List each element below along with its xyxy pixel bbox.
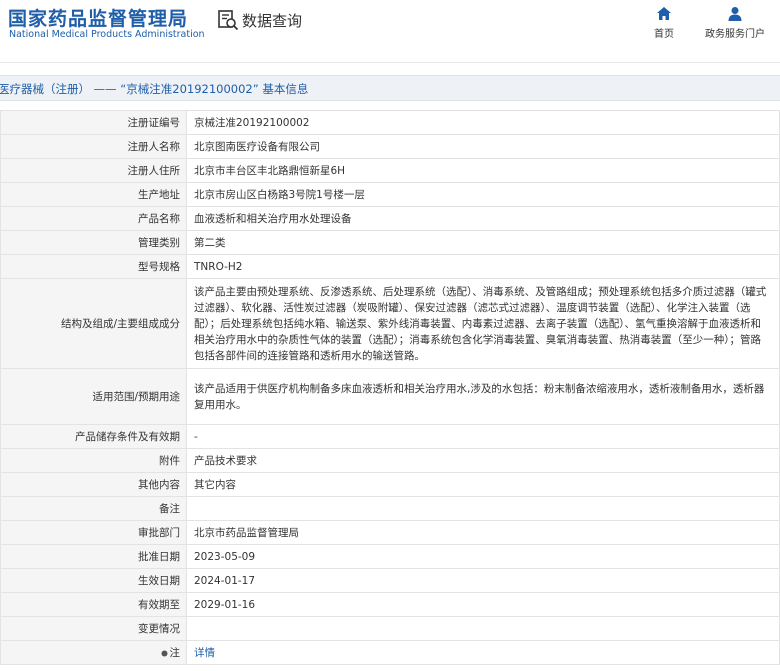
table-row: 结构及组成/主要组成成分 该产品主要由预处理系统、反渗透系统、后处理系统（选配）… (0, 278, 780, 369)
row-label: 产品名称 (0, 206, 187, 231)
table-row: 产品储存条件及有效期 - (0, 424, 780, 449)
row-value (186, 496, 780, 521)
table-row: 产品名称 血液透析和相关治疗用水处理设备 (0, 206, 780, 231)
row-label: 生效日期 (0, 568, 187, 593)
detail-table: 注册证编号 京械注准20192100002 注册人名称 北京图南医疗设备有限公司… (0, 110, 780, 665)
note-value-cell: 详情 (186, 640, 780, 665)
table-row: 管理类别 第二类 (0, 230, 780, 255)
note-label-cell: 注 (0, 640, 187, 665)
table-row-note: 注 详情 (0, 640, 780, 665)
row-label: 产品储存条件及有效期 (0, 424, 187, 449)
row-value: TNRO-H2 (186, 254, 780, 279)
breadcrumb-bar: 医疗器械（注册） —— “京械注准20192100002” 基本信息 (0, 75, 780, 101)
row-label: 生产地址 (0, 182, 187, 207)
nav-home-label: 首页 (654, 29, 674, 40)
site-logo-en: National Medical Products Administration (9, 29, 205, 40)
table-row: 型号规格 TNRO-H2 (0, 254, 780, 279)
row-value: 其它内容 (186, 472, 780, 497)
details-link[interactable]: 详情 (194, 647, 215, 659)
row-value: 该产品主要由预处理系统、反渗透系统、后处理系统（选配）、消毒系统、及管路组成；预… (186, 278, 780, 369)
row-label: 其他内容 (0, 472, 187, 497)
row-label: 批准日期 (0, 544, 187, 569)
header-divider (0, 62, 780, 63)
data-query-title: 数据查询 (217, 9, 302, 31)
data-query-icon (218, 10, 239, 31)
table-row: 生效日期 2024-01-17 (0, 568, 780, 593)
row-value: 京械注准20192100002 (186, 110, 780, 135)
row-value: 北京市药品监督管理局 (186, 520, 780, 545)
nav-gov-portal[interactable]: 政务服务门户 (703, 6, 767, 40)
nav-gov-label: 政务服务门户 (705, 29, 765, 40)
row-label: 审批部门 (0, 520, 187, 545)
table-row: 其他内容 其它内容 (0, 472, 780, 497)
row-label: 有效期至 (0, 592, 187, 617)
row-value: 北京市丰台区丰北路鼎恒新星6H (186, 158, 780, 183)
row-label: 注册人名称 (0, 134, 187, 159)
row-label: 管理类别 (0, 230, 187, 255)
note-label: 注 (169, 647, 181, 659)
table-row: 注册证编号 京械注准20192100002 (0, 110, 780, 135)
row-value: 北京市房山区白杨路3号院1号楼一层 (186, 182, 780, 207)
data-query-label: 数据查询 (242, 11, 303, 30)
table-row: 注册人住所 北京市丰台区丰北路鼎恒新星6H (0, 158, 780, 183)
table-row: 注册人名称 北京图南医疗设备有限公司 (0, 134, 780, 159)
table-row: 变更情况 (0, 616, 780, 641)
row-value: 该产品适用于供医疗机构制备多床血液透析和相关治疗用水,涉及的水包括：粉末制备浓缩… (186, 368, 780, 425)
site-logo-cn[interactable]: 国家药品监督管理局 (8, 4, 188, 31)
row-label: 变更情况 (0, 616, 187, 641)
row-value: 第二类 (186, 230, 780, 255)
row-label: 注册人住所 (0, 158, 187, 183)
row-value: 2029-01-16 (186, 592, 780, 617)
user-icon (728, 7, 742, 21)
row-value: 2024-01-17 (186, 568, 780, 593)
row-value: 2023-05-09 (186, 544, 780, 569)
row-label: 注册证编号 (0, 110, 187, 135)
breadcrumb: 医疗器械（注册） —— “京械注准20192100002” 基本信息 (0, 82, 309, 96)
bullet-icon (161, 650, 167, 656)
row-label: 附件 (0, 448, 187, 473)
table-row: 适用范围/预期用途 该产品适用于供医疗机构制备多床血液透析和相关治疗用水,涉及的… (0, 368, 780, 425)
row-value: - (186, 424, 780, 449)
table-row: 批准日期 2023-05-09 (0, 544, 780, 569)
table-row: 有效期至 2029-01-16 (0, 592, 780, 617)
row-value (186, 616, 780, 641)
table-row: 审批部门 北京市药品监督管理局 (0, 520, 780, 545)
table-row: 生产地址 北京市房山区白杨路3号院1号楼一层 (0, 182, 780, 207)
row-value: 血液透析和相关治疗用水处理设备 (186, 206, 780, 231)
nav-home[interactable]: 首页 (652, 6, 676, 40)
table-row: 附件 产品技术要求 (0, 448, 780, 473)
table-row: 备注 (0, 496, 780, 521)
home-icon (657, 7, 671, 20)
row-label: 适用范围/预期用途 (0, 368, 187, 425)
row-label: 型号规格 (0, 254, 187, 279)
row-value: 北京图南医疗设备有限公司 (186, 134, 780, 159)
row-value: 产品技术要求 (186, 448, 780, 473)
row-label: 结构及组成/主要组成成分 (0, 278, 187, 369)
row-label: 备注 (0, 496, 187, 521)
site-header: 国家药品监督管理局 National Medical Products Admi… (0, 0, 780, 60)
